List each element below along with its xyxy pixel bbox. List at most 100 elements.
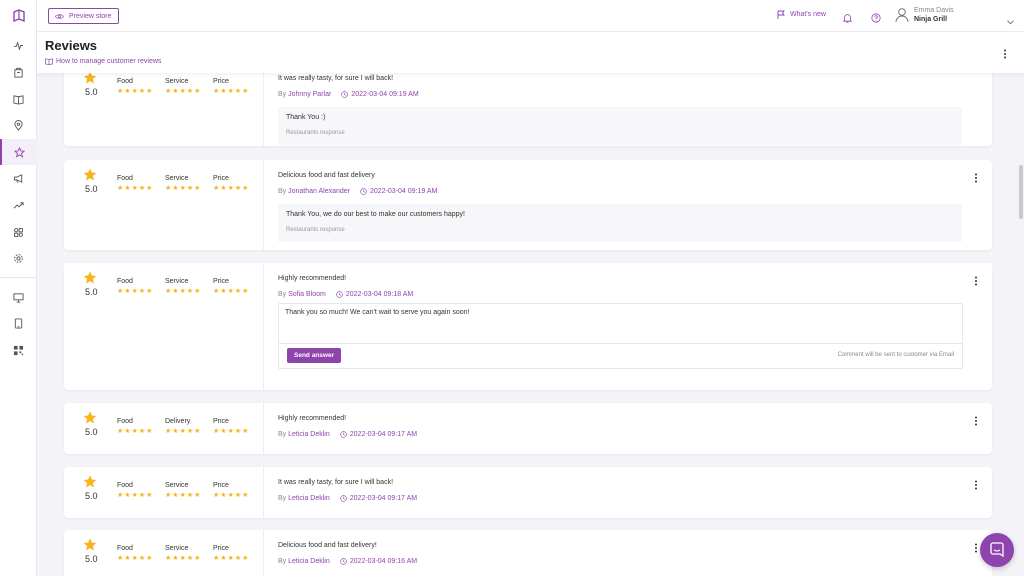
review-card: 5.0 Food ★ ★ ★ ★ ★ Service ★ ★ ★ ★ ★ Price ★ ★ ★ ★ ★ De… bbox=[64, 530, 992, 576]
category-label: Food bbox=[117, 482, 133, 489]
rating-column: 5.0 Food ★ ★ ★ ★ ★ Service ★ ★ ★ ★ ★ Price ★ ★ ★ ★ ★ bbox=[64, 263, 264, 390]
star-icon[interactable] bbox=[0, 139, 37, 165]
review-meta: By Johnny Parlar 2022-03-04 09:19 AM bbox=[278, 91, 419, 98]
reviews-list: 5.0 Food ★ ★ ★ ★ ★ Service ★ ★ ★ ★ ★ Price ★ ★ ★ ★ ★ It… bbox=[37, 73, 1024, 576]
review-text: Highly recommended! bbox=[278, 415, 347, 422]
review-date: 2022-03-04 09:16 AM bbox=[349, 558, 418, 565]
review-text: Highly recommended! bbox=[278, 275, 347, 282]
whats-new-link[interactable]: What's new bbox=[777, 10, 826, 19]
logo-icon[interactable] bbox=[0, 0, 37, 32]
response-label: Restaurants response bbox=[286, 227, 345, 233]
kebab-menu-icon[interactable] bbox=[974, 413, 978, 431]
user-avatar-icon bbox=[895, 8, 909, 23]
preview-store-label: Preview store bbox=[69, 12, 112, 20]
review-date: 2022-03-04 09:17 AM bbox=[349, 495, 418, 502]
category-stars: ★ ★ ★ ★ ★ bbox=[117, 88, 153, 95]
review-score: 5.0 bbox=[85, 491, 98, 501]
clock-icon bbox=[340, 495, 347, 502]
author-prefix: By bbox=[278, 495, 287, 502]
category-label: Service bbox=[165, 78, 189, 85]
review-card: 5.0 Food ★ ★ ★ ★ ★ Delivery ★ ★ ★ ★ ★ Price ★ ★ ★ ★ ★ H… bbox=[64, 403, 992, 454]
review-text: Delicious food and fast delivery bbox=[278, 172, 375, 179]
review-meta: By Leticia Deklin 2022-03-04 09:17 AM bbox=[278, 495, 417, 502]
clock-icon bbox=[360, 188, 367, 195]
category-label: Price bbox=[213, 545, 229, 552]
category-label: Food bbox=[117, 175, 133, 182]
rating-column: 5.0 Food ★ ★ ★ ★ ★ Service ★ ★ ★ ★ ★ Price ★ ★ ★ ★ ★ bbox=[64, 160, 264, 250]
category-stars: ★ ★ ★ ★ ★ bbox=[117, 492, 153, 499]
category-stars: ★ ★ ★ ★ ★ bbox=[165, 88, 201, 95]
help-icon[interactable] bbox=[871, 10, 881, 28]
kebab-menu-icon[interactable] bbox=[974, 170, 978, 188]
orders-icon[interactable] bbox=[0, 59, 37, 85]
bell-icon[interactable] bbox=[842, 10, 853, 28]
review-author: Jonathan Alexander bbox=[288, 188, 351, 195]
location-icon[interactable] bbox=[0, 112, 37, 138]
activity-icon[interactable] bbox=[0, 32, 37, 58]
chat-icon bbox=[990, 542, 1004, 558]
rating-column: 5.0 Food ★ ★ ★ ★ ★ Service ★ ★ ★ ★ ★ Price ★ ★ ★ ★ ★ bbox=[64, 467, 264, 518]
menu-book-icon[interactable] bbox=[0, 86, 37, 112]
chevron-down-icon[interactable] bbox=[1007, 12, 1014, 30]
category-stars: ★ ★ ★ ★ ★ bbox=[213, 492, 249, 499]
review-author: Sofia Bloom bbox=[288, 291, 326, 298]
qr-code-icon[interactable] bbox=[0, 337, 37, 363]
category-label: Food bbox=[117, 418, 133, 425]
chat-launcher-button[interactable] bbox=[980, 533, 1014, 567]
category-stars: ★ ★ ★ ★ ★ bbox=[165, 555, 201, 562]
author-prefix: By bbox=[278, 558, 287, 565]
help-link-label: How to manage customer reviews bbox=[56, 58, 162, 65]
restaurant-response: Thank You, we do our best to make our cu… bbox=[278, 204, 962, 242]
kebab-menu-icon[interactable] bbox=[974, 477, 978, 495]
top-bar: Preview store What's new Emma Davis Ninj… bbox=[37, 0, 1024, 32]
response-label: Restaurants response bbox=[286, 130, 345, 136]
review-date: 2022-03-04 09:18 AM bbox=[345, 291, 414, 298]
review-card: 5.0 Food ★ ★ ★ ★ ★ Service ★ ★ ★ ★ ★ Price ★ ★ ★ ★ ★ De… bbox=[64, 160, 992, 250]
preview-store-button[interactable]: Preview store bbox=[48, 8, 120, 24]
kebab-menu-icon[interactable] bbox=[974, 273, 978, 291]
category-label: Food bbox=[117, 278, 133, 285]
category-stars: ★ ★ ★ ★ ★ bbox=[213, 428, 249, 435]
review-column: Highly recommended! By Leticia Deklin 20… bbox=[278, 403, 992, 454]
category-stars: ★ ★ ★ ★ ★ bbox=[165, 288, 201, 295]
review-score: 5.0 bbox=[85, 554, 98, 564]
settings-icon[interactable] bbox=[0, 245, 37, 271]
whats-new-label: What's new bbox=[790, 11, 826, 18]
clock-icon bbox=[340, 558, 347, 565]
review-score: 5.0 bbox=[85, 184, 98, 194]
kebab-menu-icon[interactable] bbox=[1003, 46, 1007, 64]
kebab-menu-icon[interactable] bbox=[974, 540, 978, 558]
sidebar-divider bbox=[0, 277, 37, 278]
user-menu[interactable]: Emma Davis Ninja Grill bbox=[895, 6, 954, 24]
review-column: Delicious food and fast delivery By Jona… bbox=[278, 160, 992, 250]
category-label: Price bbox=[213, 482, 229, 489]
store-name: Ninja Grill bbox=[914, 16, 948, 23]
review-author: Leticia Deklin bbox=[288, 558, 330, 565]
star-icon bbox=[83, 271, 97, 284]
review-score: 5.0 bbox=[85, 427, 98, 437]
category-label: Price bbox=[213, 78, 229, 85]
tablet-icon[interactable] bbox=[0, 310, 37, 336]
page-header: Reviews How to manage customer reviews bbox=[37, 32, 1024, 73]
category-stars: ★ ★ ★ ★ ★ bbox=[165, 428, 201, 435]
star-icon bbox=[83, 73, 97, 84]
trending-icon[interactable] bbox=[0, 192, 37, 218]
megaphone-icon[interactable] bbox=[0, 165, 37, 191]
category-label: Food bbox=[117, 545, 133, 552]
author-prefix: By bbox=[278, 291, 287, 298]
reply-input[interactable]: Thank you so much! We can't wait to serv… bbox=[279, 304, 962, 344]
monitor-icon[interactable] bbox=[0, 284, 37, 310]
rating-column: 5.0 Food ★ ★ ★ ★ ★ Service ★ ★ ★ ★ ★ Price ★ ★ ★ ★ ★ bbox=[64, 73, 264, 146]
sidebar bbox=[0, 0, 37, 576]
help-link[interactable]: How to manage customer reviews bbox=[45, 58, 161, 65]
review-card: 5.0 Food ★ ★ ★ ★ ★ Service ★ ★ ★ ★ ★ Price ★ ★ ★ ★ ★ It… bbox=[64, 467, 992, 518]
apps-icon[interactable] bbox=[0, 219, 37, 245]
page-title: Reviews bbox=[45, 38, 98, 53]
scrollbar[interactable] bbox=[1019, 165, 1023, 219]
category-stars: ★ ★ ★ ★ ★ bbox=[213, 288, 249, 295]
clock-icon bbox=[336, 291, 343, 298]
send-answer-button[interactable]: Send answer bbox=[287, 348, 342, 363]
review-score: 5.0 bbox=[85, 87, 98, 97]
user-name: Emma Davis bbox=[914, 7, 954, 14]
response-text: Thank You :) bbox=[286, 114, 326, 121]
